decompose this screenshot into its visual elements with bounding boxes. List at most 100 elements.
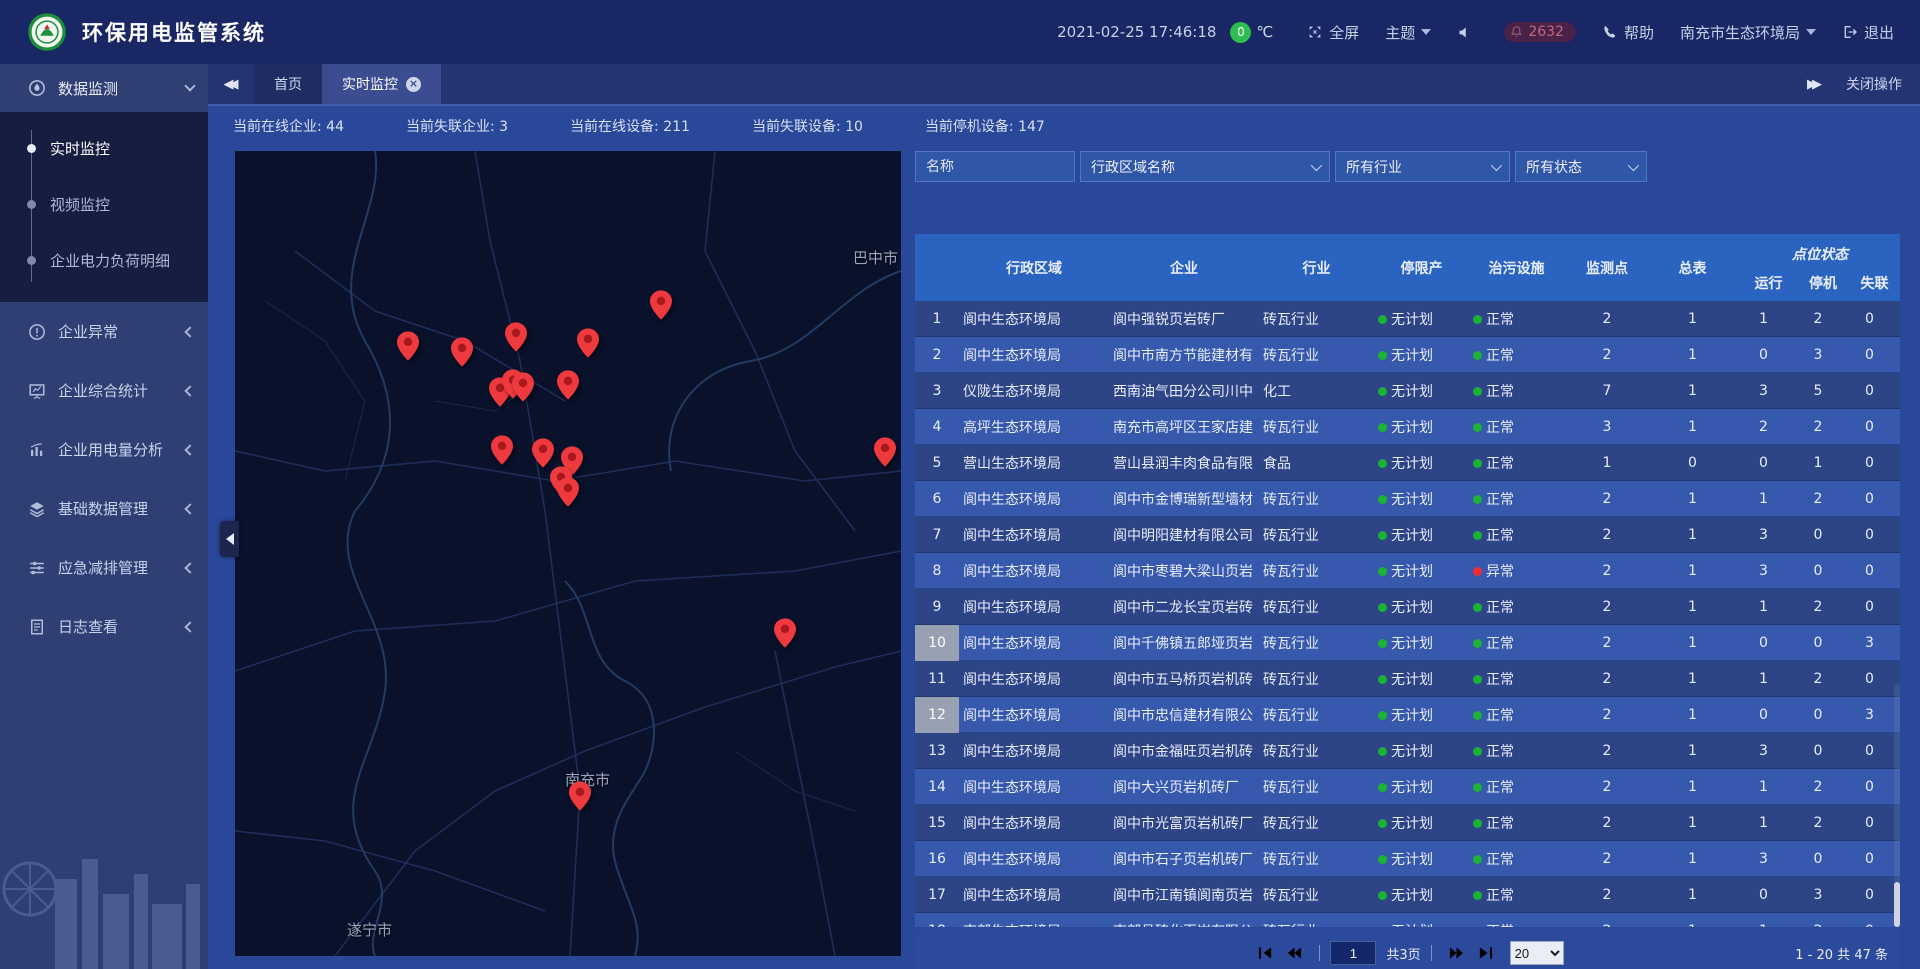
map-collapse-button[interactable] <box>220 521 239 557</box>
first-page-button[interactable] <box>1258 946 1273 960</box>
status-dot-icon <box>1473 315 1482 324</box>
status-dot-icon <box>1473 819 1482 828</box>
cell-company: 阆中市金福旺页岩机砖 <box>1109 733 1259 769</box>
cell-running: 3 <box>1735 733 1792 769</box>
map-pin-icon[interactable] <box>557 370 579 400</box>
sidebar: 数据监测 实时监控视频监控企业电力负荷明细 企业异常企业综合统计企业用电量分析基… <box>0 64 208 969</box>
notifications-button[interactable]: 2632 <box>1504 22 1576 42</box>
cell-stopped: 0 <box>1792 841 1844 877</box>
cell-running: 1 <box>1735 661 1792 697</box>
table-row[interactable]: 15阆中生态环境局阆中市光富页岩机砖厂砖瓦行业无计划正常21120 <box>915 805 1900 841</box>
map-roads-decoration <box>235 151 901 956</box>
map-pin-icon[interactable] <box>451 337 473 367</box>
last-page-button[interactable] <box>1478 946 1493 960</box>
table-scrollbar[interactable] <box>1894 684 1900 927</box>
tabs-scroll-right-button[interactable]: ▶▶ <box>1807 77 1822 92</box>
sidebar-subitem[interactable]: 企业电力负荷明细 <box>0 232 208 288</box>
table-row[interactable]: 13阆中生态环境局阆中市金福旺页岩机砖砖瓦行业无计划正常21300 <box>915 733 1900 769</box>
fullscreen-button[interactable]: 全屏 <box>1307 22 1359 43</box>
cell-facility-status: 正常 <box>1469 625 1564 661</box>
scrollbar-thumb[interactable] <box>1894 882 1900 927</box>
table-row[interactable]: 3仪陇生态环境局西南油气田分公司川中化工无计划正常71350 <box>915 373 1900 409</box>
prev-page-button[interactable] <box>1287 946 1302 960</box>
table-row[interactable]: 17阆中生态环境局阆中市江南镇阆南页岩砖瓦行业无计划正常21030 <box>915 877 1900 913</box>
table-row[interactable]: 12阆中生态环境局阆中市忠信建材有限公砖瓦行业无计划正常21003 <box>915 697 1900 733</box>
table-row[interactable]: 11阆中生态环境局阆中市五马桥页岩机砖砖瓦行业无计划正常21120 <box>915 661 1900 697</box>
theme-dropdown[interactable]: 主题 <box>1385 22 1431 43</box>
map-pin-icon[interactable] <box>397 331 419 361</box>
row-index: 3 <box>915 373 959 409</box>
map-pin-icon[interactable] <box>874 437 896 467</box>
speaker-icon <box>1457 25 1472 40</box>
chevron-left-icon <box>184 621 195 632</box>
datetime-label: 2021-02-25 17:46:18 <box>1057 23 1216 41</box>
tabs-scroll-left-button[interactable]: ◀◀ <box>208 64 254 104</box>
cell-region: 营山生态环境局 <box>959 445 1109 481</box>
status-dot-icon <box>1378 891 1387 900</box>
close-actions-button[interactable]: 关闭操作 <box>1846 74 1902 94</box>
status-filter-select[interactable]: 所有状态 <box>1515 151 1647 182</box>
sidebar-item[interactable]: 日志查看 <box>0 597 208 656</box>
table-row[interactable]: 8阆中生态环境局阆中市枣碧大梁山页岩砖瓦行业无计划异常21300 <box>915 553 1900 589</box>
sidebar-item[interactable]: 企业综合统计 <box>0 361 208 420</box>
sidebar-subitem[interactable]: 实时监控 <box>0 120 208 176</box>
map-pin-icon[interactable] <box>505 322 527 352</box>
page-size-select[interactable]: 20 <box>1510 941 1564 965</box>
help-button[interactable]: 帮助 <box>1602 22 1654 43</box>
chevron-left-icon <box>184 444 195 455</box>
cell-offline: 0 <box>1844 913 1895 927</box>
status-filter-value: 所有状态 <box>1526 157 1582 177</box>
status-dot-icon <box>1378 855 1387 864</box>
cell-running: 3 <box>1735 553 1792 589</box>
table-row[interactable]: 4高坪生态环境局南充市高坪区王家店建砖瓦行业无计划正常31220 <box>915 409 1900 445</box>
sidebar-item[interactable]: 企业用电量分析 <box>0 420 208 479</box>
map-pin-icon[interactable] <box>774 618 796 648</box>
org-dropdown[interactable]: 南充市生态环境局 <box>1680 22 1816 43</box>
table-row[interactable]: 2阆中生态环境局阆中市南方节能建材有砖瓦行业无计划正常21030 <box>915 337 1900 373</box>
page-number-input[interactable] <box>1330 941 1376 965</box>
sidebar-item[interactable]: 企业异常 <box>0 302 208 361</box>
sidebar-item[interactable]: 应急减排管理 <box>0 538 208 597</box>
tab-realtime-monitoring[interactable]: 实时监控 × <box>322 64 441 104</box>
sidebar-item-data-monitoring[interactable]: 数据监测 <box>0 64 208 112</box>
table-row[interactable]: 18南部生态环境局南部县砖化页岩有限公砖瓦行业无计划正常21120 <box>915 913 1900 927</box>
logout-button[interactable]: 退出 <box>1842 22 1894 43</box>
industry-filter-select[interactable]: 所有行业 <box>1335 151 1510 182</box>
table-row[interactable]: 7阆中生态环境局阆中明阳建材有限公司砖瓦行业无计划正常21300 <box>915 517 1900 553</box>
table-row[interactable]: 16阆中生态环境局阆中市石子页岩机砖厂砖瓦行业无计划正常21300 <box>915 841 1900 877</box>
column-group-point-status: 点位状态 <box>1740 234 1900 264</box>
chevron-down-icon <box>184 80 195 91</box>
map-pin-icon[interactable] <box>650 290 672 320</box>
table-row[interactable]: 1阆中生态环境局阆中强锐页岩砖厂砖瓦行业无计划正常21120 <box>915 301 1900 337</box>
cell-stopped: 2 <box>1792 913 1844 927</box>
cell-limit-status: 无计划 <box>1374 769 1469 805</box>
cell-points: 2 <box>1564 625 1650 661</box>
table-row[interactable]: 10阆中生态环境局阆中千佛镇五郎垭页岩砖瓦行业无计划正常21003 <box>915 625 1900 661</box>
close-icon[interactable]: × <box>406 77 421 92</box>
map-pin-icon[interactable] <box>491 435 513 465</box>
cell-limit-status: 无计划 <box>1374 337 1469 373</box>
sidebar-subitem[interactable]: 视频监控 <box>0 176 208 232</box>
map-pin-icon[interactable] <box>577 328 599 358</box>
status-dot-icon <box>1378 639 1387 648</box>
map-panel[interactable]: 巴中市南充市遂宁市 <box>235 151 901 956</box>
tab-home[interactable]: 首页 <box>254 64 322 104</box>
map-pin-icon[interactable] <box>512 372 534 402</box>
cell-region: 阆中生态环境局 <box>959 553 1109 589</box>
map-pin-icon[interactable] <box>532 438 554 468</box>
cell-facility-status: 正常 <box>1469 913 1564 927</box>
cell-stopped: 5 <box>1792 373 1844 409</box>
cell-running: 1 <box>1735 481 1792 517</box>
sidebar-item[interactable]: 基础数据管理 <box>0 479 208 538</box>
map-pin-icon[interactable] <box>569 781 591 811</box>
region-filter-select[interactable]: 行政区域名称 <box>1080 151 1330 182</box>
cell-industry: 砖瓦行业 <box>1259 589 1374 625</box>
mute-button[interactable] <box>1457 25 1478 40</box>
map-pin-icon[interactable] <box>557 477 579 507</box>
name-filter-input[interactable] <box>915 151 1075 182</box>
table-row[interactable]: 14阆中生态环境局阆中大兴页岩机砖厂砖瓦行业无计划正常21120 <box>915 769 1900 805</box>
next-page-button[interactable] <box>1449 946 1464 960</box>
table-row[interactable]: 9阆中生态环境局阆中市二龙长宝页岩砖砖瓦行业无计划正常21120 <box>915 589 1900 625</box>
table-row[interactable]: 5营山生态环境局营山县润丰肉食品有限食品无计划正常10010 <box>915 445 1900 481</box>
table-row[interactable]: 6阆中生态环境局阆中市金博瑞新型墙材砖瓦行业无计划正常21120 <box>915 481 1900 517</box>
